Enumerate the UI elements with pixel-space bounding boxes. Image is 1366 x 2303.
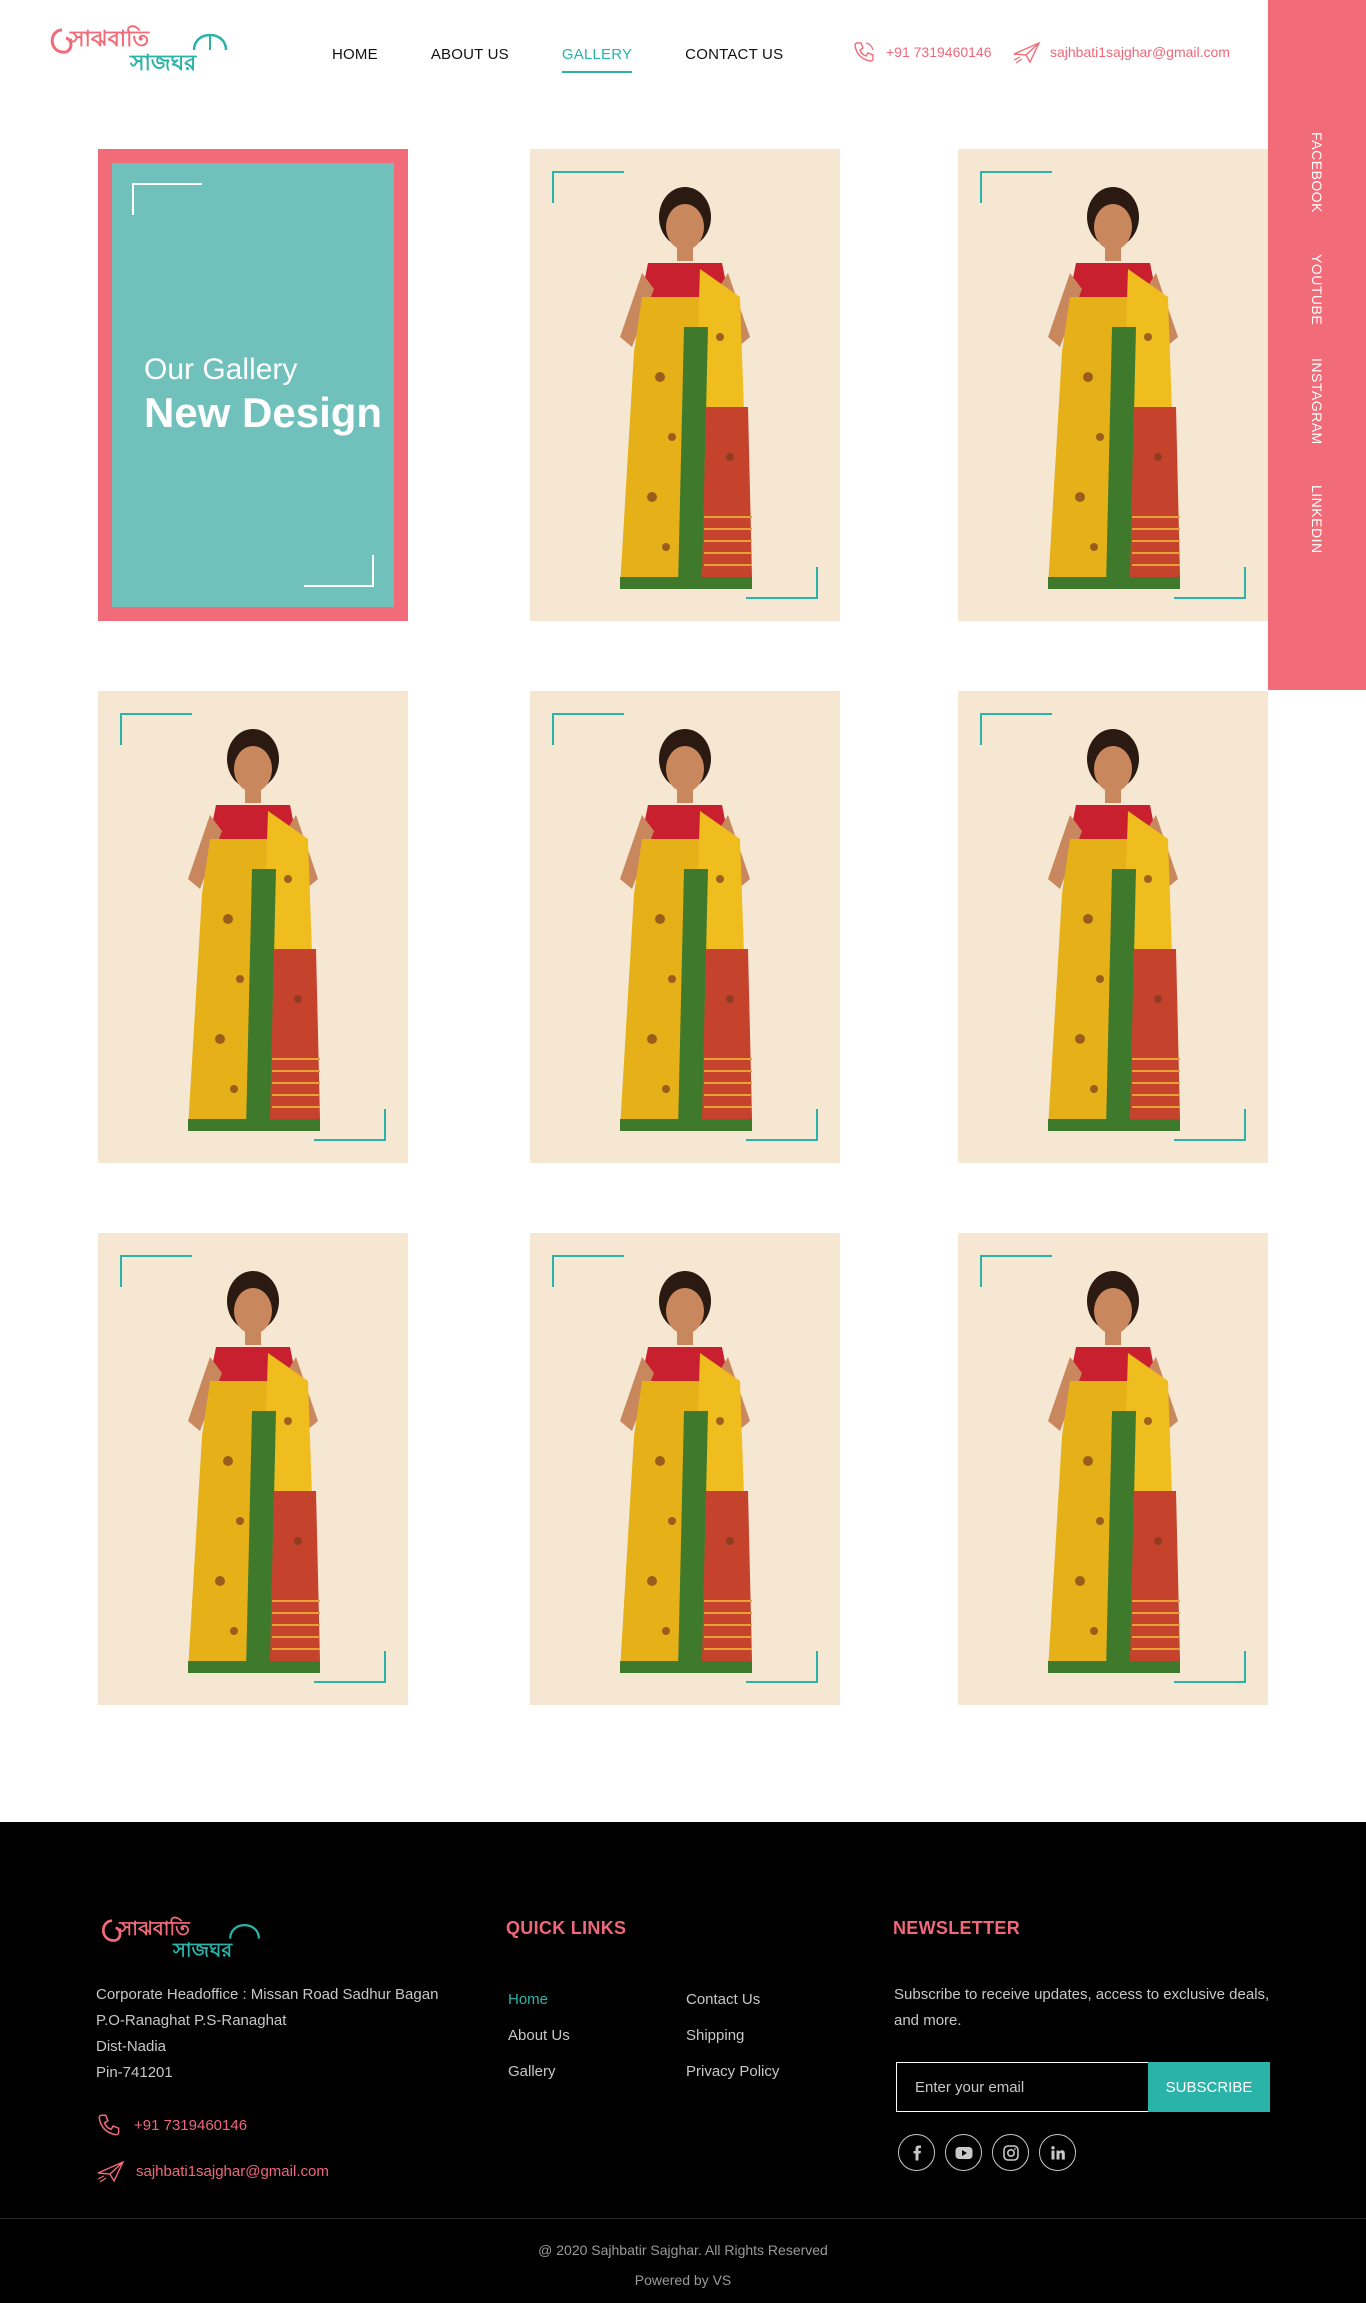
address-line: P.O-Ranaghat P.S-Ranaghat <box>96 2012 287 2029</box>
gallery-item[interactable] <box>98 691 408 1163</box>
logo-line1: সাঝবাতি <box>69 25 150 52</box>
social-linkedin[interactable]: LINKEDIN <box>1309 485 1325 554</box>
address-line: Pin-741201 <box>96 2064 173 2081</box>
social-facebook[interactable]: FACEBOOK <box>1309 132 1325 213</box>
footer-link-shipping[interactable]: Shipping <box>686 2018 779 2054</box>
footer-address: Corporate Headoffice : Missan Road Sadhu… <box>96 1982 438 2086</box>
quick-links-col1: Home About Us Gallery <box>508 1982 570 2090</box>
gallery-subtitle: Our Gallery <box>144 353 298 386</box>
footer-divider <box>0 2218 1366 2219</box>
phone-icon <box>854 42 874 62</box>
gallery-title: New Design <box>144 389 383 436</box>
social-youtube[interactable]: YOUTUBE <box>1309 254 1325 325</box>
footer-email[interactable]: sajhbati1sajghar@gmail.com <box>96 2158 329 2184</box>
brand-logo[interactable]: সাঝবাতি সাজঘর <box>44 16 234 76</box>
saree-model-image <box>620 729 752 1131</box>
newsletter-heading: NEWSLETTER <box>893 1918 1020 1938</box>
footer-logo-graphic: সাঝবাতি সাজঘর <box>102 1916 260 1961</box>
gallery-item[interactable] <box>958 149 1268 621</box>
footer-link-privacy[interactable]: Privacy Policy <box>686 2054 779 2090</box>
copyright-text: @ 2020 Sajhbatir Sajghar. All Rights Res… <box>538 2242 828 2258</box>
address-line: Dist-Nadia <box>96 2038 167 2055</box>
main-nav: HOME ABOUT US GALLERY CONTACT US <box>332 46 836 73</box>
header-email-text: sajhbati1sajghar@gmail.com <box>1050 44 1230 60</box>
gallery-item[interactable] <box>98 1233 408 1705</box>
footer-social <box>898 2134 1076 2171</box>
newsletter-email-input[interactable] <box>896 2062 1148 2112</box>
nav-contact[interactable]: CONTACT US <box>685 46 783 73</box>
footer-link-gallery[interactable]: Gallery <box>508 2054 570 2090</box>
saree-model-image <box>1048 187 1180 589</box>
footer-link-home[interactable]: Home <box>508 1982 570 2018</box>
header-phone[interactable]: +91 7319460146 <box>852 40 992 64</box>
nav-home[interactable]: HOME <box>332 46 378 73</box>
gallery-item[interactable] <box>958 1233 1268 1705</box>
footer-email-text: sajhbati1sajghar@gmail.com <box>136 2162 329 2180</box>
gallery-item[interactable] <box>958 691 1268 1163</box>
powered-by-text: Powered by VS <box>634 2272 732 2288</box>
saree-model-image <box>1048 729 1180 1131</box>
footer-logo[interactable]: সাঝবাতি সাজঘর <box>96 1908 266 1967</box>
footer-link-contact[interactable]: Contact Us <box>686 1982 779 2018</box>
paper-plane-icon <box>97 2160 125 2183</box>
newsletter-form: SUBSCRIBE <box>896 2062 1270 2112</box>
logo-line2: সাজঘর <box>129 51 197 76</box>
site-footer: সাঝবাতি সাজঘর Corporate Headoffice : Mis… <box>0 1822 1366 2303</box>
saree-model-image <box>188 1271 320 1673</box>
facebook-icon[interactable] <box>898 2134 935 2171</box>
footer-phone[interactable]: +91 7319460146 <box>96 2112 247 2138</box>
instagram-icon[interactable] <box>992 2134 1029 2171</box>
footer-logo-line2: সাজঘর <box>172 1938 233 1961</box>
phone-icon <box>98 2114 120 2136</box>
footer-logo-line1: সাঝবাতি <box>118 1916 191 1940</box>
newsletter-text: Subscribe to receive updates, access to … <box>894 1986 1270 2029</box>
saree-model-image <box>188 729 320 1131</box>
site-header: সাঝবাতি সাজঘর HOME ABOUT US GALLERY CONT… <box>0 0 1266 110</box>
address-line: Corporate Headoffice : Missan Road Sadhu… <box>96 1986 439 2003</box>
saree-model-image <box>620 187 752 589</box>
nav-gallery[interactable]: GALLERY <box>561 46 633 73</box>
logo-graphic: সাঝবাতি সাজঘর <box>50 25 228 76</box>
footer-phone-text: +91 7319460146 <box>134 2116 248 2134</box>
youtube-icon[interactable] <box>945 2134 982 2171</box>
saree-model-image <box>620 1271 752 1673</box>
quick-links-heading: QUICK LINKS <box>506 1918 627 1938</box>
header-email[interactable]: sajhbati1sajghar@gmail.com <box>1012 40 1230 64</box>
saree-model-image <box>1048 1271 1180 1673</box>
subscribe-button[interactable]: SUBSCRIBE <box>1148 2062 1270 2112</box>
paper-plane-icon <box>1013 41 1041 64</box>
header-phone-text: +91 7319460146 <box>886 44 992 60</box>
social-instagram[interactable]: INSTAGRAM <box>1309 358 1325 445</box>
gallery-item[interactable] <box>530 1233 840 1705</box>
gallery-item[interactable] <box>530 691 840 1163</box>
gallery-item[interactable] <box>530 149 840 621</box>
quick-links-col2: Contact Us Shipping Privacy Policy <box>686 1982 779 2090</box>
footer-link-about[interactable]: About Us <box>508 2018 570 2054</box>
gallery-intro-card: Our Gallery New Design <box>98 149 408 621</box>
linkedin-icon[interactable] <box>1039 2134 1076 2171</box>
social-sidebar: FACEBOOK YOUTUBE INSTAGRAM LINKEDIN <box>1268 0 1366 690</box>
nav-about[interactable]: ABOUT US <box>431 46 509 73</box>
